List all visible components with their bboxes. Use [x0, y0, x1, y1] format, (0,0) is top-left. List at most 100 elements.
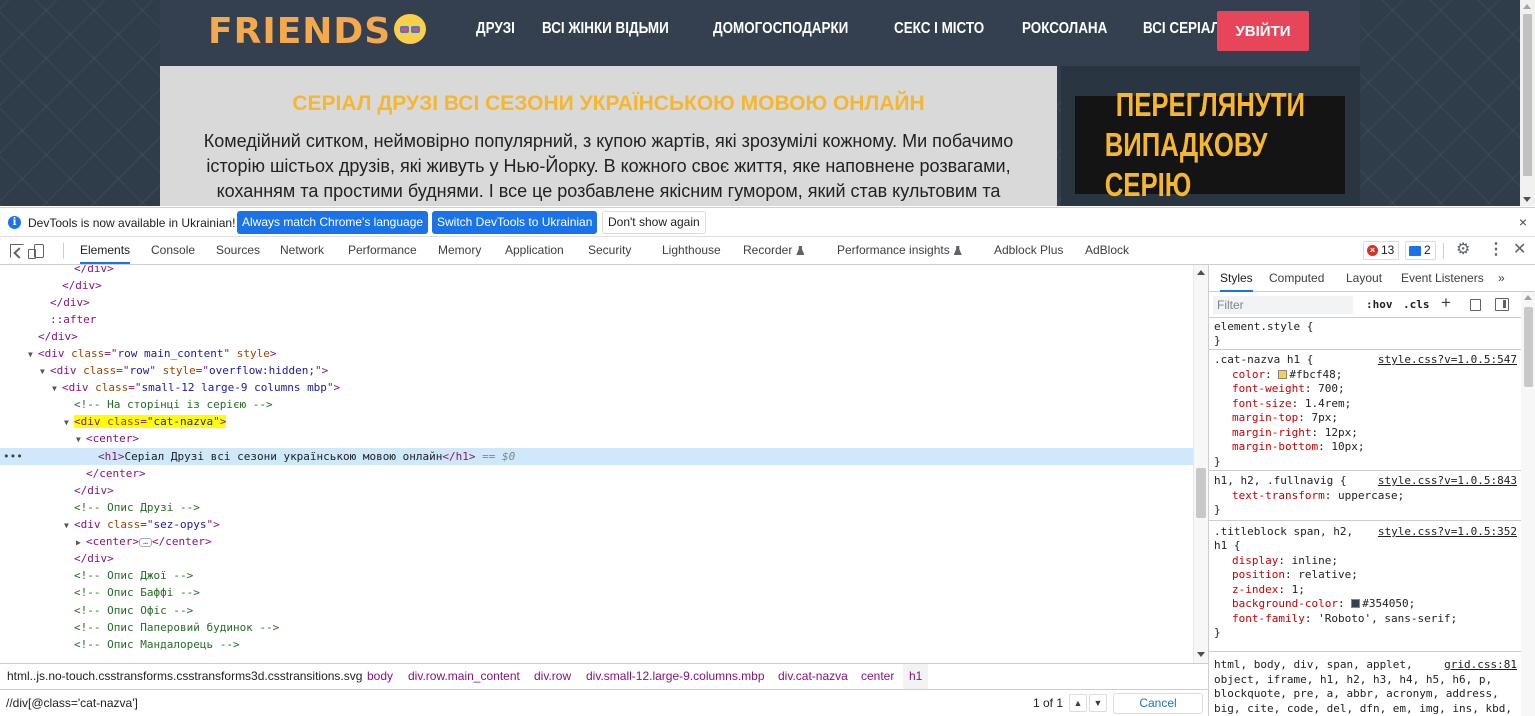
tab-adblock-plus[interactable]: Adblock Plus: [994, 237, 1063, 264]
style-declaration[interactable]: font-family: 'Roboto', sans-serif;: [1232, 612, 1457, 627]
dom-node-cat-nazva[interactable]: ▼ <div class="cat-nazva">: [0, 413, 1193, 430]
paint-brush-icon[interactable]: [1470, 299, 1481, 311]
dom-node-center-collapsed[interactable]: ▶ <center>… </center>: [0, 533, 1193, 550]
style-declaration[interactable]: font-weight: 700;: [1232, 382, 1345, 397]
dom-comment[interactable]: <!-- Опис Паперовий будинок -->: [0, 619, 1193, 636]
dom-comment[interactable]: <!-- Опис Джої -->: [0, 567, 1193, 584]
style-declaration[interactable]: z-index: 1;: [1232, 583, 1305, 598]
login-button[interactable]: УВІЙТИ: [1217, 11, 1309, 51]
elements-scrollbar[interactable]: [1193, 265, 1208, 663]
dom-node[interactable]: </div>: [0, 482, 1193, 499]
expand-triangle-icon[interactable]: ▼: [64, 414, 74, 431]
more-actions-icon[interactable]: •••: [3, 448, 23, 465]
more-options-icon[interactable]: ⋮: [1488, 241, 1504, 259]
style-rule-titleblock[interactable]: .titleblock span, h2, style.css?v=1.0.5:…: [1209, 522, 1521, 652]
tab-network[interactable]: Network: [280, 237, 324, 264]
dom-node[interactable]: </div>: [0, 294, 1193, 311]
style-rule-element[interactable]: element.style { }: [1209, 318, 1521, 350]
breadcrumb-row[interactable]: div.row: [534, 664, 571, 689]
nav-item-domohospodarky[interactable]: ДОМОГОСПОДАРКИ: [713, 20, 848, 38]
style-declaration[interactable]: text-transform: uppercase;: [1232, 489, 1404, 504]
dom-node[interactable]: </div>: [0, 550, 1193, 567]
dom-comment[interactable]: <!-- На сторінці із серією -->: [0, 396, 1193, 413]
tab-recorder[interactable]: Recorder: [743, 237, 805, 264]
style-declaration[interactable]: color: #fbcf48;: [1232, 368, 1342, 383]
message-count-badge[interactable]: 2: [1405, 241, 1436, 260]
style-declaration[interactable]: background-color: #354050;: [1232, 597, 1415, 612]
dom-comment[interactable]: <!-- Опис Баффі -->: [0, 584, 1193, 601]
close-icon[interactable]: ×: [1519, 214, 1527, 230]
tab-security[interactable]: Security: [588, 237, 631, 264]
breadcrumb-body[interactable]: body: [367, 664, 393, 689]
random-episode-banner[interactable]: ПЕРЕГЛЯНУТИ ВИПАДКОВУ СЕРІЮ: [1075, 86, 1345, 203]
expand-triangle-icon[interactable]: ▼: [52, 380, 62, 397]
dom-node[interactable]: </center>: [0, 465, 1193, 482]
dom-node-h1-selected[interactable]: ••• <h1>Серіал Друзі всі сезони українськ…: [0, 448, 1193, 466]
style-declaration[interactable]: font-size: 1.4rem;: [1232, 397, 1351, 412]
expand-triangle-icon[interactable]: ▼: [28, 346, 38, 363]
class-toggle[interactable]: .cls: [1403, 298, 1430, 311]
tab-computed[interactable]: Computed: [1269, 265, 1324, 292]
site-logo[interactable]: FRIENDS: [208, 8, 427, 54]
scroll-down-icon[interactable]: [1197, 652, 1205, 657]
dom-node[interactable]: ::after: [0, 311, 1193, 328]
styles-filter-input[interactable]: Filter: [1213, 296, 1353, 314]
search-input[interactable]: //div[@class='cat-nazva']: [6, 696, 138, 710]
styles-scroll-thumb[interactable]: [1524, 307, 1533, 387]
dom-node-main-content[interactable]: ▼ <div class="row main_content" style>: [0, 345, 1193, 362]
nav-item-druzi[interactable]: ДРУЗІ: [476, 20, 515, 38]
expand-triangle-icon[interactable]: ▼: [40, 363, 50, 380]
search-cancel-button[interactable]: Cancel: [1113, 693, 1203, 714]
elements-scroll-thumb[interactable]: [1196, 468, 1206, 518]
always-match-language-button[interactable]: Always match Chrome's language: [237, 211, 429, 234]
style-rule-headings[interactable]: h1, h2, .fullnavig { style.css?v=1.0.5:8…: [1209, 472, 1521, 521]
tab-lighthouse[interactable]: Lighthouse: [662, 237, 721, 264]
elements-dom-tree[interactable]: </div> </div> </div> ::after </div> ▼ <di…: [0, 265, 1193, 663]
style-rule-cat-nazva[interactable]: .cat-nazva h1 { style.css?v=1.0.5:547 co…: [1209, 351, 1521, 471]
nav-item-roksolana[interactable]: РОКСОЛАНА: [1022, 20, 1107, 38]
tab-performance-insights[interactable]: Performance insights: [837, 237, 962, 264]
breadcrumb-h1[interactable]: h1: [903, 664, 929, 689]
style-declaration[interactable]: margin-bottom: 10px;: [1232, 440, 1364, 455]
rule-source-link[interactable]: style.css?v=1.0.5:843: [1378, 474, 1517, 487]
scroll-up-icon[interactable]: [1524, 295, 1532, 300]
expand-triangle-icon[interactable]: ▼: [64, 517, 74, 534]
rule-source-link[interactable]: grid.css:81: [1444, 658, 1517, 671]
tab-performance[interactable]: Performance: [348, 237, 417, 264]
styles-scrollbar[interactable]: [1521, 292, 1535, 716]
scroll-up-icon[interactable]: [1523, 4, 1531, 9]
tab-adblock[interactable]: AdBlock: [1085, 237, 1129, 264]
style-declaration[interactable]: margin-top: 7px;: [1232, 411, 1338, 426]
style-declaration[interactable]: display: inline;: [1232, 554, 1338, 569]
tab-console[interactable]: Console: [151, 237, 195, 264]
breadcrumb-columns[interactable]: div.small-12.large-9.columns.mbp: [586, 664, 765, 689]
toggle-sidebar-icon[interactable]: [1495, 298, 1509, 311]
tab-sources[interactable]: Sources: [216, 237, 260, 264]
nav-item-zhinky-vidmy[interactable]: ВСІ ЖІНКИ ВІДЬМИ: [542, 20, 669, 38]
dom-node[interactable]: </div>: [0, 265, 1193, 277]
settings-gear-icon[interactable]: ⚙: [1456, 242, 1470, 258]
tab-memory[interactable]: Memory: [438, 237, 481, 264]
tab-application[interactable]: Application: [505, 237, 564, 264]
inspect-element-icon[interactable]: [10, 244, 24, 258]
dom-node-sez-opys[interactable]: ▼ <div class="sez-opys">: [0, 516, 1193, 533]
error-count-badge[interactable]: × 13: [1363, 241, 1400, 260]
new-rule-plus-icon[interactable]: +: [1441, 293, 1451, 313]
breadcrumb-main-content[interactable]: div.row.main_content: [408, 664, 520, 689]
scroll-up-icon[interactable]: [1197, 270, 1205, 275]
hover-state-toggle[interactable]: :hov: [1366, 298, 1393, 311]
collapsed-triangle-icon[interactable]: ▶: [76, 534, 86, 551]
style-declaration[interactable]: position: relative;: [1232, 568, 1358, 583]
dom-node[interactable]: </div>: [0, 277, 1193, 294]
ellipsis-icon[interactable]: …: [138, 537, 152, 547]
dont-show-again-button[interactable]: Don't show again: [602, 211, 706, 234]
expand-triangle-icon[interactable]: ▼: [76, 431, 86, 448]
tab-event-listeners[interactable]: Event Listeners: [1401, 265, 1484, 292]
breadcrumb-html[interactable]: html..js.no-touch.csstransforms.csstrans…: [7, 664, 362, 689]
website-scrollbar[interactable]: [1520, 0, 1535, 206]
search-next-icon[interactable]: ▼: [1089, 694, 1107, 712]
style-declaration[interactable]: margin-right: 12px;: [1232, 426, 1358, 441]
style-rule-reset[interactable]: html, body, div, span, applet, grid.css:…: [1209, 653, 1521, 716]
dom-node-center[interactable]: ▼ <center>: [0, 430, 1193, 447]
dom-comment[interactable]: <!-- Опис Мандалорець -->: [0, 636, 1193, 653]
